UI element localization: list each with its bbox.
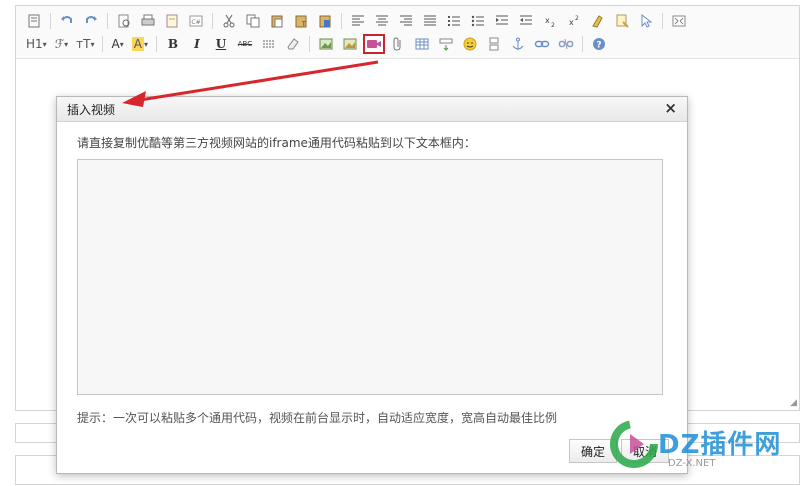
align-justify-icon[interactable] [419, 11, 441, 31]
toolbar-separator [308, 36, 310, 52]
insert-row-icon[interactable] [435, 34, 457, 54]
svg-text:x: x [569, 18, 574, 27]
align-left-icon[interactable] [347, 11, 369, 31]
toolbar-separator [341, 13, 342, 29]
unordered-list-icon[interactable] [467, 11, 489, 31]
svg-text:C#: C# [191, 19, 200, 26]
preview-icon[interactable] [113, 11, 135, 31]
chevron-down-icon: ▾ [42, 39, 47, 49]
italic-label: I [194, 37, 200, 51]
select-all-icon[interactable] [611, 11, 633, 31]
underline-button[interactable]: U [210, 34, 232, 54]
copy-icon[interactable] [242, 11, 264, 31]
align-center-icon[interactable] [371, 11, 393, 31]
italic-button[interactable]: I [186, 34, 208, 54]
toolbar-separator [662, 13, 663, 29]
toolbar-row-1: C# T x2 x2 [22, 10, 691, 32]
dialog-title: 插入视频 [67, 103, 116, 117]
source-code-icon[interactable] [23, 11, 45, 31]
chevron-down-icon: ▾ [90, 39, 95, 49]
insert-attach-image-icon[interactable] [339, 34, 361, 54]
html-icon[interactable]: C# [185, 11, 207, 31]
watermark-logo: DZ插件网 DZ-X.NET [610, 414, 808, 484]
insert-image-icon[interactable] [315, 34, 337, 54]
watermark-url: DZ-X.NET [668, 458, 716, 469]
bold-label: B [167, 37, 179, 51]
chevron-down-icon: ▾ [119, 39, 124, 49]
eraser-icon[interactable] [282, 34, 304, 54]
align-right-icon[interactable] [395, 11, 417, 31]
cut-icon[interactable] [218, 11, 240, 31]
svg-text:x: x [545, 16, 550, 25]
strikethrough-button[interactable]: ABC [234, 34, 256, 54]
help-icon[interactable]: ? [588, 34, 610, 54]
font-size-dropdown[interactable]: тT ▾ [73, 34, 97, 54]
cursor-icon[interactable] [635, 11, 657, 31]
font-color-label: A [111, 37, 120, 51]
redo-icon[interactable] [80, 11, 102, 31]
outdent-icon[interactable] [515, 11, 537, 31]
editor-toolbar: C# T x2 x2 H1 ▾ ℱ ▾ тT ▾ A ▾ A ▾ B I U A… [16, 6, 799, 59]
insert-video-icon[interactable] [362, 34, 385, 54]
bg-color-button[interactable]: A ▾ [129, 34, 151, 54]
insert-table-icon[interactable] [411, 34, 433, 54]
watermark-emblem-icon [610, 420, 658, 468]
resize-grip-icon[interactable]: ◢ [790, 398, 797, 408]
toolbar-separator [581, 36, 583, 52]
video-code-textarea[interactable] [77, 159, 663, 395]
fullscreen-icon[interactable] [668, 11, 690, 31]
watermark-brand: DZ插件网 [658, 430, 782, 460]
heading-dropdown[interactable]: H1 ▾ [23, 34, 50, 54]
link-icon[interactable] [531, 34, 553, 54]
ordered-list-icon[interactable] [443, 11, 465, 31]
bold-button[interactable]: B [162, 34, 184, 54]
svg-text:2: 2 [551, 22, 555, 29]
toolbar-row-2: H1 ▾ ℱ ▾ тT ▾ A ▾ A ▾ B I U ABC ? [22, 33, 611, 55]
heading-label: H1 [26, 37, 43, 51]
clear-format-icon[interactable] [587, 11, 609, 31]
strikethrough-label: ABC [237, 40, 253, 48]
font-family-label: ℱ [54, 37, 65, 51]
undo-icon[interactable] [56, 11, 78, 31]
close-icon[interactable]: × [664, 99, 677, 117]
toolbar-separator [50, 13, 51, 29]
toolbar-separator [155, 36, 157, 52]
print-icon[interactable] [137, 11, 159, 31]
template-icon[interactable] [161, 11, 183, 31]
superscript-icon[interactable]: x2 [563, 11, 585, 31]
svg-text:T: T [301, 21, 306, 28]
indent-icon[interactable] [491, 11, 513, 31]
font-family-dropdown[interactable]: ℱ ▾ [52, 34, 71, 54]
dialog-tip: 提示：一次可以粘贴多个通用代码，视频在前台显示时，自动适应宽度，宽高自动最佳比例 [77, 411, 558, 425]
svg-text:2: 2 [575, 15, 579, 22]
anchor-icon[interactable] [507, 34, 529, 54]
horizontal-rule-icon[interactable] [258, 34, 280, 54]
insert-video-dialog: 插入视频 × 请直接复制优酷等第三方视频网站的iframe通用代码粘贴到以下文本… [56, 96, 688, 474]
font-size-label: тT [76, 37, 91, 51]
toolbar-separator [212, 13, 213, 29]
subscript-icon[interactable]: x2 [539, 11, 561, 31]
paste-icon[interactable] [266, 11, 288, 31]
underline-label: U [215, 37, 227, 51]
dialog-instruction: 请直接复制优酷等第三方视频网站的iframe通用代码粘贴到以下文本框内： [77, 136, 476, 150]
paste-text-icon[interactable]: T [290, 11, 312, 31]
font-color-button[interactable]: A ▾ [108, 34, 126, 54]
attachment-icon[interactable] [387, 34, 409, 54]
dialog-header[interactable]: 插入视频 × [57, 97, 687, 122]
chevron-down-icon: ▾ [143, 39, 148, 49]
unlink-icon[interactable] [555, 34, 577, 54]
page-break-icon[interactable] [483, 34, 505, 54]
paste-word-icon[interactable] [314, 11, 336, 31]
toolbar-separator [107, 13, 108, 29]
toolbar-separator [102, 36, 104, 52]
bg-color-label: A [131, 37, 144, 51]
svg-text:?: ? [596, 41, 601, 51]
emoticon-icon[interactable] [459, 34, 481, 54]
chevron-down-icon: ▾ [64, 39, 69, 49]
